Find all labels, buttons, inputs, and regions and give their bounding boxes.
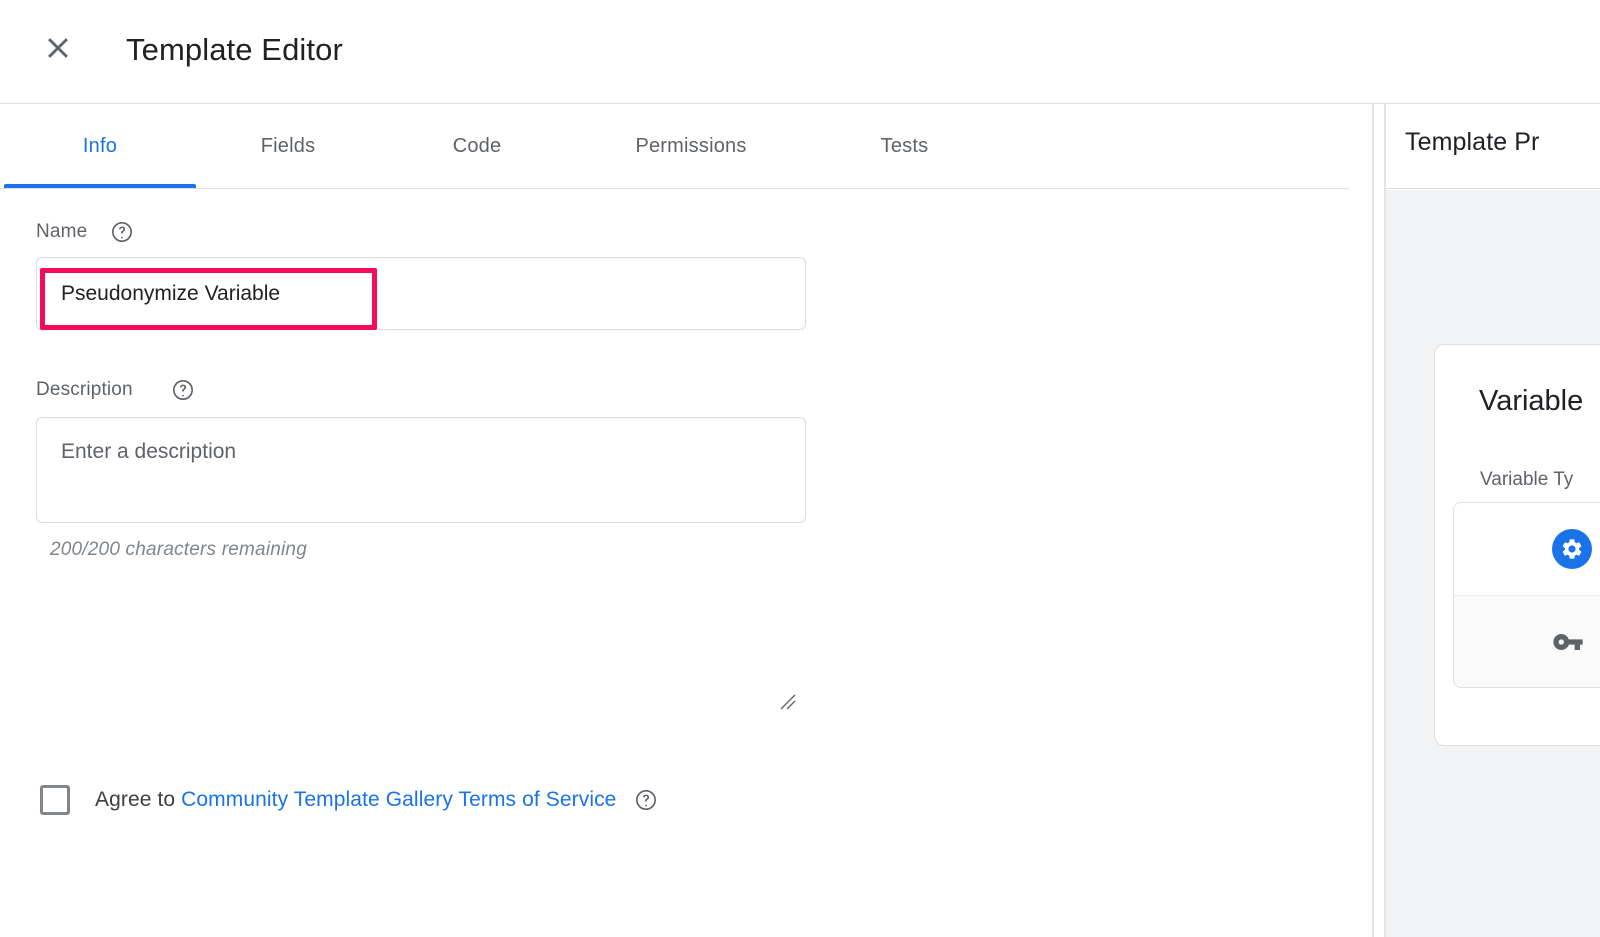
tab-code-label: Code [452,135,502,157]
agree-terms-row: Agree to Community Template Gallery Term… [40,785,657,815]
tab-tests[interactable]: Tests [808,104,1001,189]
tab-fields[interactable]: Fields [196,104,380,189]
tab-code[interactable]: Code [380,104,574,189]
tab-info[interactable]: Info [4,104,196,189]
panel-divider-left [1372,104,1374,937]
preview-variable-card: Variable Variable Ty [1434,344,1600,746]
template-preview-header: Template Pr [1386,104,1600,189]
description-help-icon[interactable] [172,379,194,401]
tab-bar: Info Fields Code Permissions Tests [0,104,1349,189]
variable-type-option-gear[interactable] [1454,503,1600,595]
info-tab-panel: Name Description 200/200 characters [0,189,1349,937]
tab-info-label: Info [82,135,118,157]
key-icon [1552,626,1584,658]
name-help-icon[interactable] [111,221,133,243]
close-icon [41,31,75,65]
agree-terms-checkbox[interactable] [40,785,70,815]
tab-permissions[interactable]: Permissions [574,104,808,189]
template-preview-panel: Template Pr Variable Variable Ty [1386,104,1600,937]
terms-of-service-link[interactable]: Community Template Gallery Terms of Serv… [181,788,616,811]
agree-terms-prefix: Agree to [95,788,182,811]
preview-card-subtitle: Variable Ty [1480,469,1574,490]
description-char-count: 200/200 characters remaining [50,539,307,560]
tab-tests-label: Tests [880,135,929,157]
template-editor-window: Template Editor Info Fields Code Permiss… [0,0,1600,937]
close-button[interactable] [34,24,82,72]
agree-terms-help-icon[interactable] [635,789,657,811]
preview-card-title: Variable [1479,385,1584,417]
description-field-label: Description [36,379,133,400]
agree-terms-label: Agree to Community Template Gallery Term… [95,788,616,812]
template-preview-body: Variable Variable Ty [1386,190,1600,937]
tab-permissions-label: Permissions [635,135,747,157]
gear-icon [1552,529,1592,569]
variable-type-option-list [1453,502,1600,688]
tab-fields-label: Fields [260,135,316,157]
page-title: Template Editor [126,32,343,67]
name-input[interactable] [36,257,806,330]
textarea-resize-handle[interactable] [777,691,797,716]
variable-type-option-key[interactable] [1454,595,1600,687]
template-preview-title: Template Pr [1405,128,1540,156]
window-header: Template Editor [0,0,1600,104]
name-field-label: Name [36,221,88,242]
tab-active-indicator [4,184,196,188]
description-textarea[interactable] [36,417,806,523]
